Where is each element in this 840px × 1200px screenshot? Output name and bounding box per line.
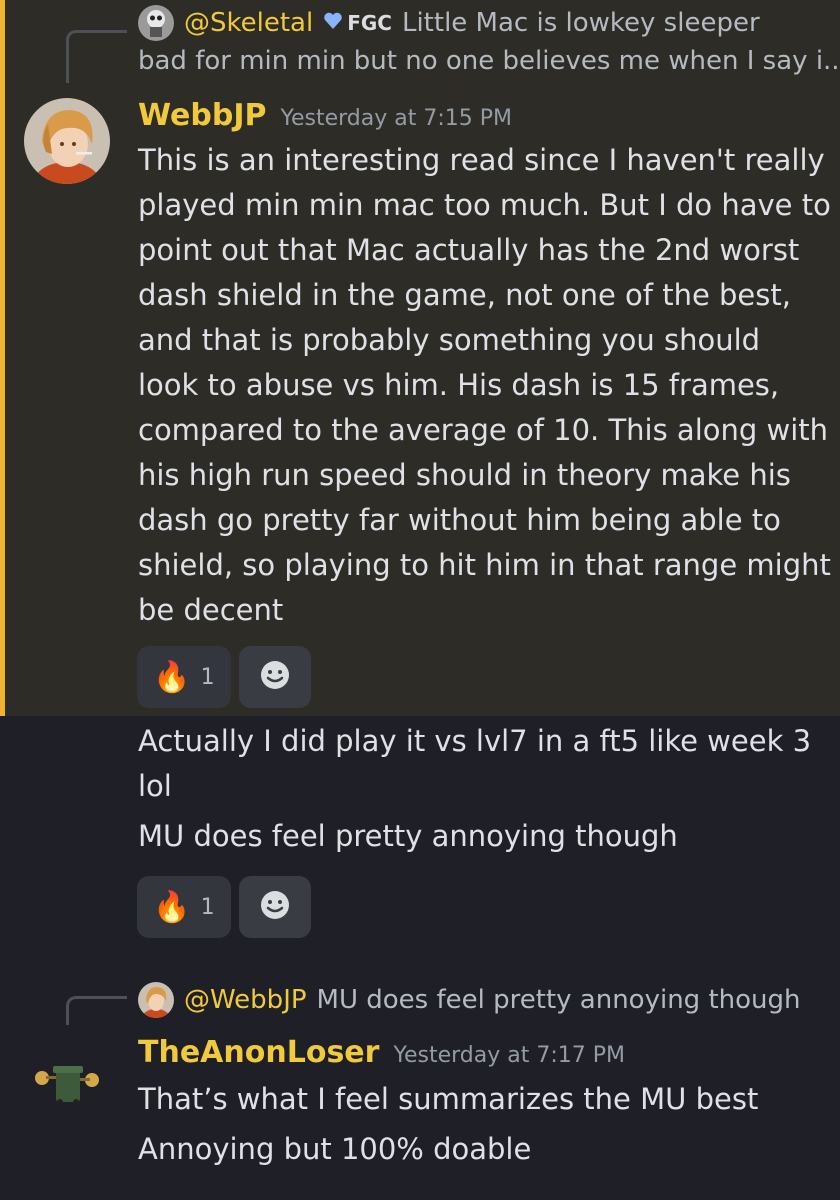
message-text-line: Annoying but 100% doable xyxy=(138,1132,532,1166)
reaction-count: 1 xyxy=(200,894,215,920)
message-text-line: lol xyxy=(138,769,172,803)
message-header: WebbJP Yesterday at 7:15 PM xyxy=(138,98,512,133)
message-text-line: dash go pretty far without him being abl… xyxy=(138,503,781,537)
message-text-line: look to abuse vs him. His dash is 15 fra… xyxy=(138,368,780,402)
message-text-line: point out that Mac actually has the 2nd … xyxy=(138,233,800,267)
reply-spine xyxy=(66,996,127,1025)
message-text-line: Actually I did play it vs lvl7 in a ft5 … xyxy=(138,724,812,758)
fire-reaction[interactable]: 🔥 1 xyxy=(137,646,231,708)
reply-text-continued[interactable]: bad for min min but no one believes me w… xyxy=(138,46,840,76)
reaction-count: 1 xyxy=(200,664,215,690)
message-text-line: dash shield in the game, not one of the … xyxy=(138,278,791,312)
reply-text[interactable]: Little Mac is lowkey sleeper xyxy=(402,8,760,38)
message-text-line: That’s what I feel summarizes the MU bes… xyxy=(138,1082,759,1116)
webbjp-mini-avatar[interactable] xyxy=(138,982,174,1018)
reply-spine xyxy=(66,30,127,83)
mention-highlight-bar xyxy=(0,0,5,716)
reply-preview[interactable]: @Skeletal FGC Little Mac is lowkey sleep… xyxy=(138,0,760,46)
server-tag: FGC xyxy=(323,11,392,35)
fire-emoji: 🔥 xyxy=(153,659,191,695)
skeletal-avatar[interactable] xyxy=(138,5,174,41)
theanonloser-avatar[interactable] xyxy=(24,1040,110,1126)
message-text-line: MU does feel pretty annoying though xyxy=(138,819,678,853)
message-text-line: compared to the average of 10. This alon… xyxy=(138,413,829,447)
message-text-line: This is an interesting read since I have… xyxy=(138,143,825,177)
message-header: TheAnonLoser Yesterday at 7:17 PM xyxy=(138,1035,625,1070)
message-text-line: shield, so playing to hit him in that ra… xyxy=(138,548,831,582)
author-name[interactable]: WebbJP xyxy=(138,98,266,133)
add-reaction-button[interactable] xyxy=(239,646,311,708)
smiley-icon xyxy=(258,888,292,926)
add-reaction-button[interactable] xyxy=(239,876,311,938)
message-text-line: his high run speed should in theory make… xyxy=(138,458,791,492)
reply-author-name[interactable]: @Skeletal xyxy=(184,8,313,38)
fire-emoji: 🔥 xyxy=(153,889,191,925)
author-name[interactable]: TheAnonLoser xyxy=(138,1035,379,1070)
webbjp-avatar[interactable] xyxy=(24,98,110,184)
server-tag-label: FGC xyxy=(347,11,392,35)
fire-reaction[interactable]: 🔥 1 xyxy=(137,876,231,938)
reply-text[interactable]: MU does feel pretty annoying though xyxy=(317,985,801,1015)
message-text-line: be decent xyxy=(138,593,284,627)
heart-icon xyxy=(323,11,343,35)
timestamp: Yesterday at 7:17 PM xyxy=(393,1043,625,1068)
message-text-line: played min min mac too much. But I do ha… xyxy=(138,188,831,222)
reply-author-name[interactable]: @WebbJP xyxy=(184,985,307,1015)
message-text-line: and that is probably something you shoul… xyxy=(138,323,761,357)
timestamp: Yesterday at 7:15 PM xyxy=(280,106,513,131)
reply-preview[interactable]: @WebbJP MU does feel pretty annoying tho… xyxy=(138,977,800,1023)
smiley-icon xyxy=(258,658,292,696)
